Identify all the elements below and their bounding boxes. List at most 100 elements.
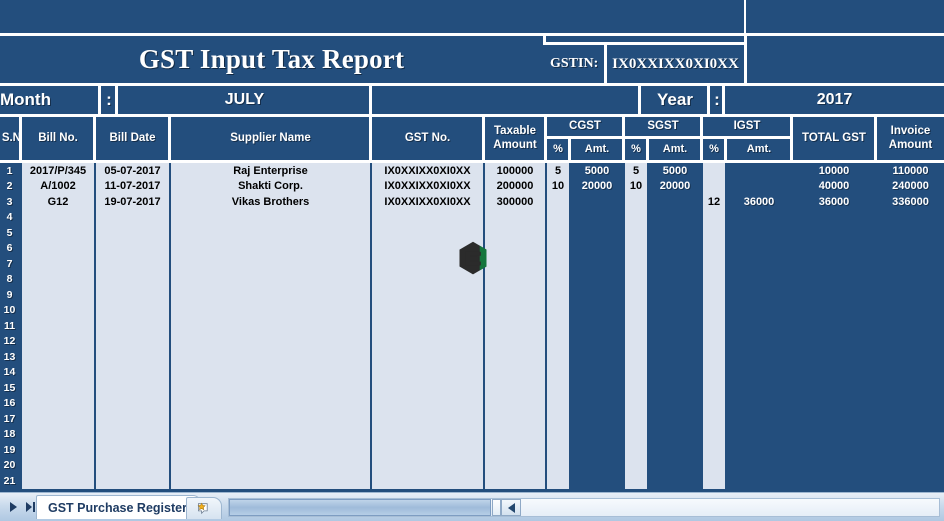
new-sheet-icon[interactable]	[186, 497, 222, 519]
cell-total-gst-row-3[interactable]: 36000	[793, 194, 875, 210]
column-header-total-gst[interactable]: TOTAL GST	[793, 117, 875, 160]
cell-igst-pct-row-3[interactable]: 12	[703, 194, 725, 210]
cell-taxable-amount-row-2[interactable]: 200000	[485, 179, 545, 195]
excel-worksheet-window: GST Input Tax Report GSTIN: IX0XXIXX0XI0…	[0, 0, 944, 521]
column-body-supplier-name[interactable]	[171, 163, 370, 489]
column-header-igst-amt[interactable]: Amt.	[727, 139, 791, 160]
column-header-sgst[interactable]: SGST	[625, 117, 701, 137]
column-header-igst[interactable]: IGST	[703, 117, 791, 137]
cell-total-gst-row-2[interactable]: 40000	[793, 179, 875, 195]
cell-sgst-amt-row-2[interactable]: 20000	[649, 179, 701, 195]
column-header-cgst[interactable]: CGST	[547, 117, 623, 137]
row-number-2[interactable]: 2	[0, 178, 19, 194]
column-body-igst-amt[interactable]	[727, 163, 791, 489]
cell-supplier-name-row-1[interactable]: Raj Enterprise	[171, 163, 370, 179]
cell-taxable-amount-row-1[interactable]: 100000	[485, 163, 545, 179]
row-number-1[interactable]: 1	[0, 163, 19, 179]
row-number-5[interactable]: 5	[0, 225, 19, 241]
column-body-cgst-pct[interactable]	[547, 163, 569, 489]
last-sheet-arrow-icon[interactable]	[26, 501, 35, 512]
column-header-cgst-pct[interactable]: %	[547, 139, 569, 160]
column-header-supplier-name[interactable]: Supplier Name	[171, 117, 370, 160]
column-body-total-gst[interactable]	[793, 163, 875, 489]
column-header-bill-date[interactable]: Bill Date	[96, 117, 169, 160]
column-body-cgst-amt[interactable]	[571, 163, 623, 489]
cell-sgst-pct-row-1[interactable]: 5	[625, 163, 647, 179]
cell-cgst-pct-row-1[interactable]: 5	[547, 163, 569, 179]
row-number-6[interactable]: 6	[0, 240, 19, 256]
cell-bill-date-row-1[interactable]: 05-07-2017	[96, 163, 169, 179]
row-number-10[interactable]: 10	[0, 302, 19, 318]
cell-total-gst-row-1[interactable]: 10000	[793, 163, 875, 179]
horizontal-scrollbar[interactable]	[228, 498, 940, 517]
row-number-4[interactable]: 4	[0, 209, 19, 225]
title-block-right-rule	[744, 36, 747, 83]
row-number-7[interactable]: 7	[0, 256, 19, 272]
column-body-igst-pct[interactable]	[703, 163, 725, 489]
cell-bill-date-row-3[interactable]: 19-07-2017	[96, 194, 169, 210]
header-rule-sgst-sub	[625, 136, 701, 139]
worksheet-grid[interactable]: GST Input Tax Report GSTIN: IX0XXIXX0XI0…	[0, 0, 944, 492]
cell-invoice-amount-row-1[interactable]: 110000	[877, 163, 944, 179]
cell-invoice-amount-row-3[interactable]: 336000	[877, 194, 944, 210]
cell-bill-no-row-2[interactable]: A/1002	[22, 179, 94, 195]
column-body-invoice-amount[interactable]	[877, 163, 944, 489]
row-number-16[interactable]: 16	[0, 395, 19, 411]
cell-supplier-name-row-2[interactable]: Shakti Corp.	[171, 179, 370, 195]
sheet-tab-gst-purchase-register[interactable]: GST Purchase Register	[36, 495, 201, 519]
column-header-cgst-amt[interactable]: Amt.	[571, 139, 623, 160]
cell-gst-no-row-1[interactable]: IX0XXIXX0XI0XX	[372, 163, 483, 179]
month-label-separator	[98, 86, 101, 114]
month-value[interactable]: JULY	[118, 86, 371, 114]
cell-cgst-amt-row-2[interactable]: 20000	[571, 179, 623, 195]
column-body-sgst-pct[interactable]	[625, 163, 647, 489]
column-header-sgst-amt[interactable]: Amt.	[649, 139, 701, 160]
cell-bill-date-row-2[interactable]: 11-07-2017	[96, 179, 169, 195]
cell-bill-no-row-1[interactable]: 2017/P/345	[22, 163, 94, 179]
row-number-12[interactable]: 12	[0, 333, 19, 349]
row-number-11[interactable]: 11	[0, 318, 19, 334]
cell-gst-no-row-3[interactable]: IX0XXIXX0XI0XX	[372, 194, 483, 210]
scroll-left-arrow-icon[interactable]	[501, 499, 521, 516]
cell-cgst-amt-row-1[interactable]: 5000	[571, 163, 623, 179]
horizontal-scrollbar-track[interactable]	[521, 499, 939, 516]
scrollbar-split-handle[interactable]	[492, 499, 501, 516]
row-number-13[interactable]: 13	[0, 349, 19, 365]
cell-igst-amt-row-3[interactable]: 36000	[727, 194, 791, 210]
row-number-20[interactable]: 20	[0, 457, 19, 473]
column-body-bill-date[interactable]	[96, 163, 169, 489]
cell-bill-no-row-3[interactable]: G12	[22, 194, 94, 210]
cell-cgst-pct-row-2[interactable]: 10	[547, 179, 569, 195]
year-value[interactable]: 2017	[725, 86, 944, 114]
row-number-3[interactable]: 3	[0, 194, 19, 210]
cell-sgst-amt-row-1[interactable]: 5000	[649, 163, 701, 179]
cell-invoice-amount-row-2[interactable]: 240000	[877, 179, 944, 195]
row-number-8[interactable]: 8	[0, 271, 19, 287]
row-number-9[interactable]: 9	[0, 287, 19, 303]
row-number-19[interactable]: 19	[0, 442, 19, 458]
column-header-sgst-pct[interactable]: %	[625, 139, 647, 160]
cell-supplier-name-row-3[interactable]: Vikas Brothers	[171, 194, 370, 210]
row-number-18[interactable]: 18	[0, 426, 19, 442]
column-body-taxable-amount[interactable]	[485, 163, 545, 489]
sheet-tab-bar: GST Purchase Register	[0, 492, 944, 521]
column-header-bill-no[interactable]: Bill No.	[22, 117, 94, 160]
header-rule-b	[93, 117, 96, 160]
cell-gst-no-row-2[interactable]: IX0XXIXX0XI0XX	[372, 179, 483, 195]
row-number-17[interactable]: 17	[0, 411, 19, 427]
next-sheet-arrow-icon[interactable]	[10, 501, 17, 512]
column-header-gst-no[interactable]: GST No.	[372, 117, 483, 160]
cell-taxable-amount-row-3[interactable]: 300000	[485, 194, 545, 210]
row-number-14[interactable]: 14	[0, 364, 19, 380]
column-header-taxable-amount[interactable]: Taxable Amount	[485, 117, 545, 160]
row-number-15[interactable]: 15	[0, 380, 19, 396]
column-header-invoice-amount[interactable]: Invoice Amount	[877, 117, 944, 160]
column-body-bill-no[interactable]	[22, 163, 94, 489]
horizontal-scrollbar-thumb[interactable]	[229, 499, 491, 516]
gstin-value[interactable]: IX0XXIXX0XI0XX	[607, 45, 744, 83]
column-body-gst-no[interactable]	[372, 163, 483, 489]
row-number-21[interactable]: 21	[0, 473, 19, 489]
cell-sgst-pct-row-2[interactable]: 10	[625, 179, 647, 195]
column-body-sgst-amt[interactable]	[649, 163, 701, 489]
column-header-igst-pct[interactable]: %	[703, 139, 725, 160]
